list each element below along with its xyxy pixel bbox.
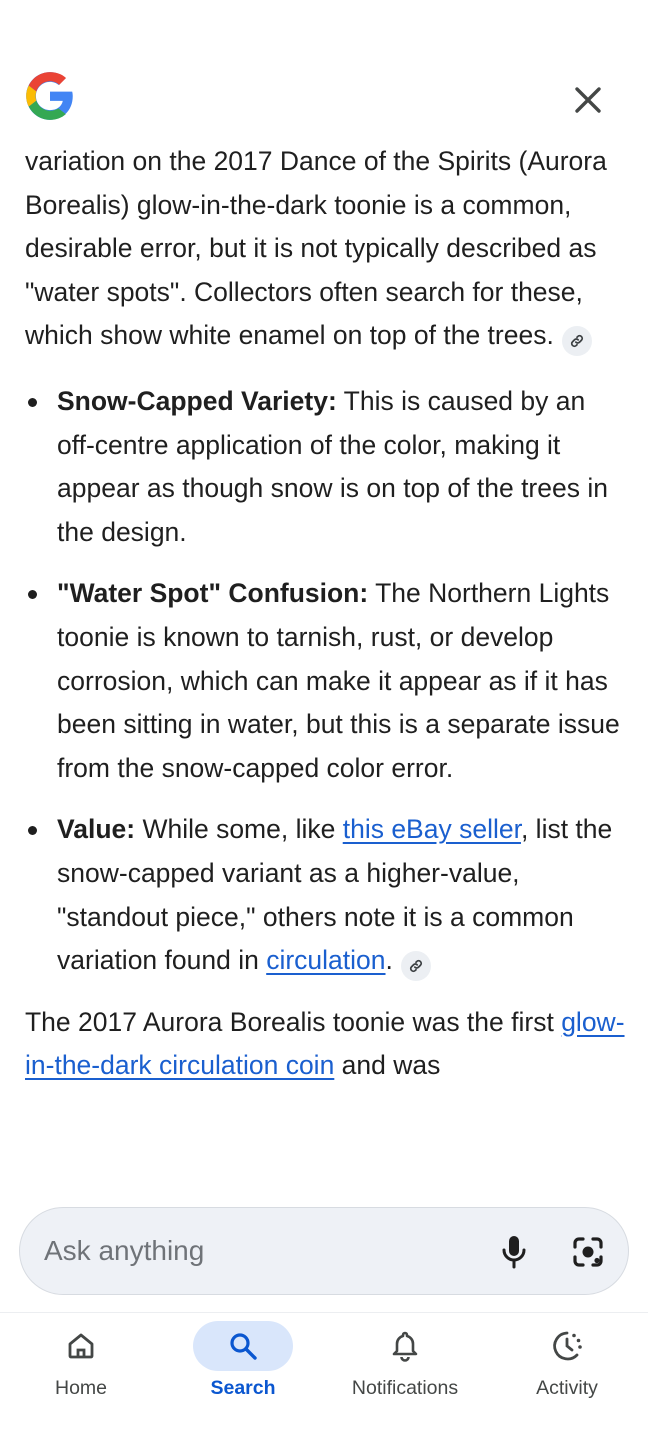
nav-home-label: Home xyxy=(54,1377,108,1399)
ask-input[interactable] xyxy=(44,1228,444,1274)
ask-bar xyxy=(19,1207,629,1295)
circulation-link[interactable]: circulation xyxy=(266,945,385,975)
link-icon xyxy=(409,960,422,973)
ebay-seller-link[interactable]: this eBay seller xyxy=(343,814,521,844)
bullet-value: Value: While some, like this eBay seller… xyxy=(25,808,625,982)
bullet-snow-capped: Snow-Capped Variety: This is caused by a… xyxy=(25,380,625,554)
ai-answer-content: variation on the 2017 Dance of the Spiri… xyxy=(25,140,625,1200)
nav-activity[interactable]: Activity xyxy=(486,1313,648,1440)
search-icon xyxy=(230,1333,257,1360)
link-icon xyxy=(570,335,583,348)
voice-search-button[interactable] xyxy=(494,1232,534,1272)
nav-home[interactable]: Home xyxy=(0,1313,162,1440)
lens-search-button[interactable] xyxy=(568,1232,608,1272)
bell-icon xyxy=(392,1331,418,1362)
answer-intro-text: variation on the 2017 Dance of the Spiri… xyxy=(25,146,607,351)
bullet-water-spot: "Water Spot" Confusion: The Northern Lig… xyxy=(25,572,625,790)
bullet-title: "Water Spot" Confusion: xyxy=(57,578,369,609)
nav-search-icon-wrap xyxy=(193,1321,293,1371)
bottom-navigation: Home Search Notifications Activity xyxy=(0,1312,648,1440)
close-button[interactable] xyxy=(566,78,610,122)
nav-notifications[interactable]: Notifications xyxy=(324,1313,486,1440)
bullet-text: While some, like xyxy=(135,814,343,845)
answer-closing-paragraph: The 2017 Aurora Borealis toonie was the … xyxy=(25,1001,625,1088)
bullet-title: Snow-Capped Variety: xyxy=(57,385,337,416)
nav-notifications-label: Notifications xyxy=(351,1377,459,1399)
nav-search[interactable]: Search xyxy=(162,1313,324,1440)
citation-link-button[interactable] xyxy=(561,326,592,357)
closing-text: and was xyxy=(334,1050,441,1081)
nav-activity-label: Activity xyxy=(536,1377,598,1399)
google-g-logo xyxy=(26,72,73,120)
bullet-text: . xyxy=(385,945,393,976)
nav-notifications-icon-wrap xyxy=(355,1321,455,1371)
nav-search-label: Search xyxy=(210,1377,276,1399)
answer-bullet-list: Snow-Capped Variety: This is caused by a… xyxy=(25,380,625,983)
header xyxy=(0,60,648,140)
home-icon xyxy=(68,1333,94,1359)
nav-home-icon-wrap xyxy=(31,1321,131,1371)
bullet-text: The Northern Lights toonie is known to t… xyxy=(57,578,620,783)
activity-icon xyxy=(553,1331,582,1361)
lens-camera-icon xyxy=(573,1237,603,1267)
close-icon xyxy=(575,87,601,113)
closing-text: The 2017 Aurora Borealis toonie was the … xyxy=(25,1006,562,1037)
citation-link-button[interactable] xyxy=(400,951,431,982)
microphone-icon xyxy=(502,1236,526,1269)
answer-intro-paragraph: variation on the 2017 Dance of the Spiri… xyxy=(25,140,625,358)
bullet-title: Value: xyxy=(57,814,136,845)
nav-activity-icon-wrap xyxy=(517,1321,617,1371)
